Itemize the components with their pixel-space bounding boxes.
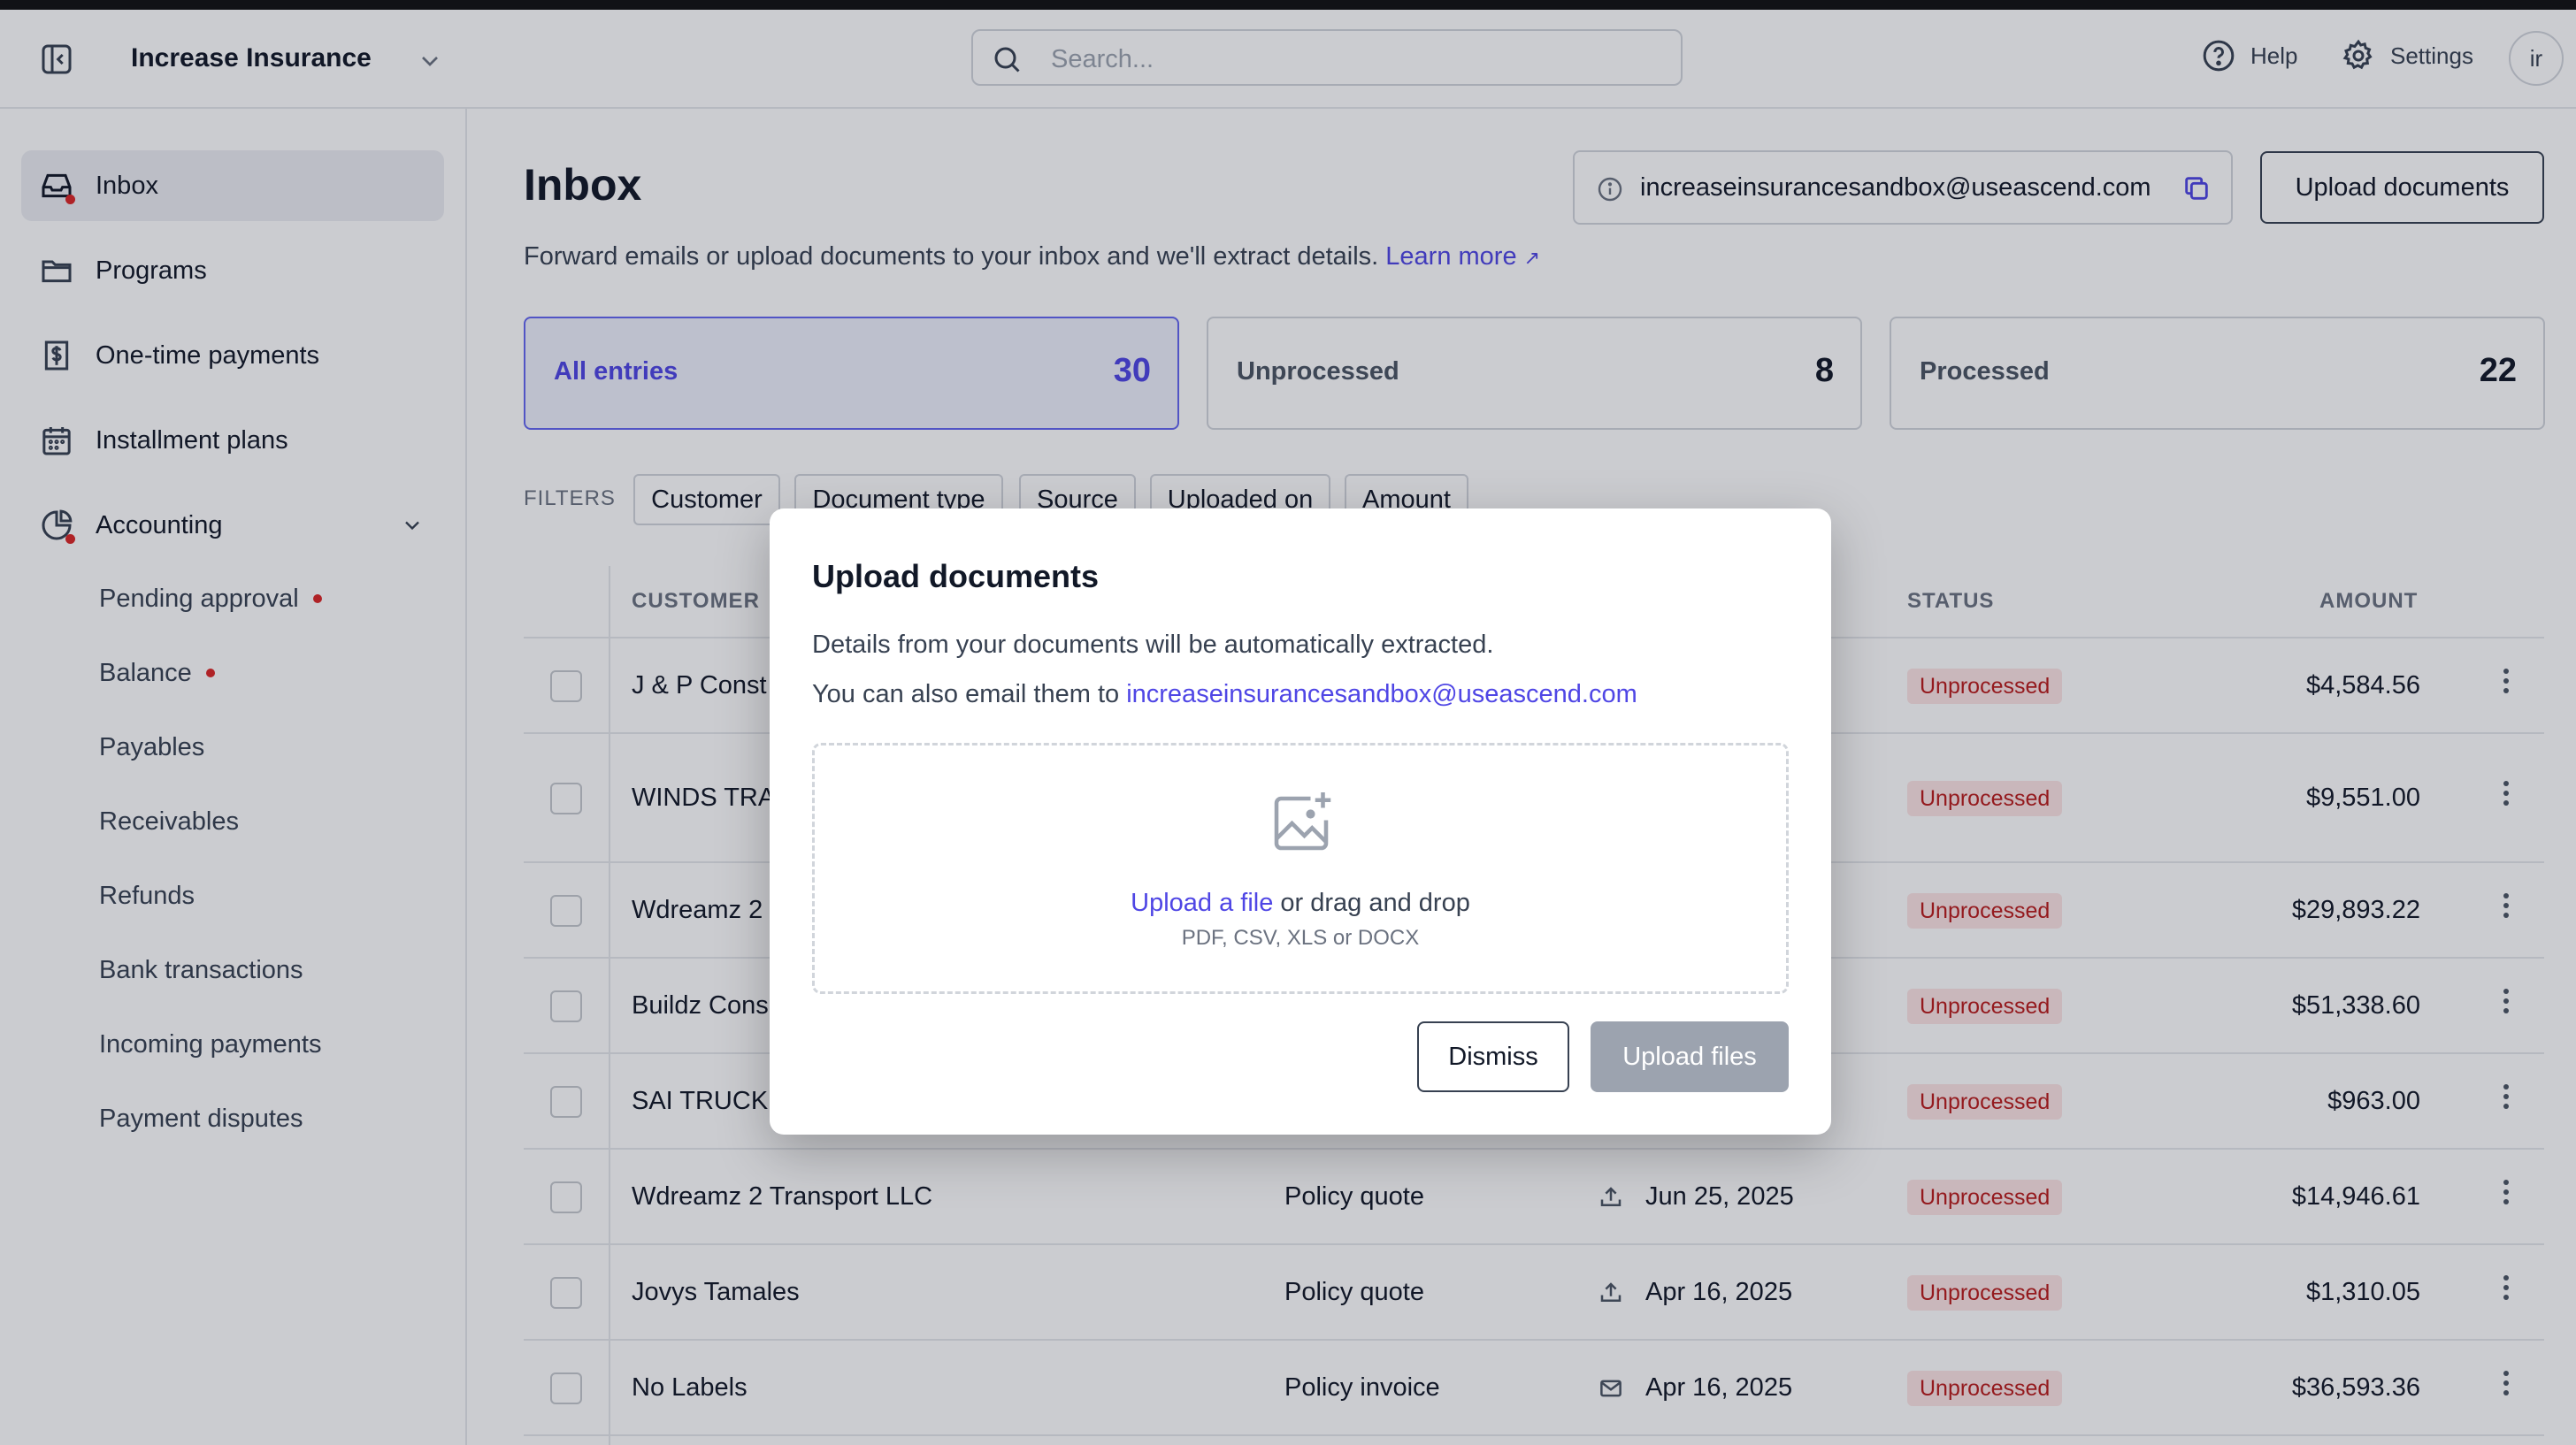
modal-email-link[interactable]: increaseinsurancesandbox@useascend.com [1126, 680, 1637, 708]
modal-email-line: You can also email them to increaseinsur… [812, 680, 1637, 709]
upload-file-link[interactable]: Upload a file [1131, 889, 1273, 917]
file-dropzone[interactable]: Upload a file or drag and drop PDF, CSV,… [812, 743, 1789, 994]
dropzone-text: Upload a file or drag and drop [815, 889, 1786, 918]
modal-description: Details from your documents will be auto… [812, 631, 1494, 659]
dismiss-button[interactable]: Dismiss [1417, 1021, 1569, 1092]
upload-documents-modal: Upload documents Details from your docum… [770, 508, 1831, 1135]
modal-email-prefix: You can also email them to [812, 680, 1120, 708]
modal-title: Upload documents [812, 558, 1100, 594]
image-plus-icon [1264, 786, 1338, 860]
upload-files-button[interactable]: Upload files [1591, 1021, 1789, 1092]
accepted-formats: PDF, CSV, XLS or DOCX [1181, 926, 1420, 950]
drag-drop-text: or drag and drop [1280, 889, 1470, 917]
